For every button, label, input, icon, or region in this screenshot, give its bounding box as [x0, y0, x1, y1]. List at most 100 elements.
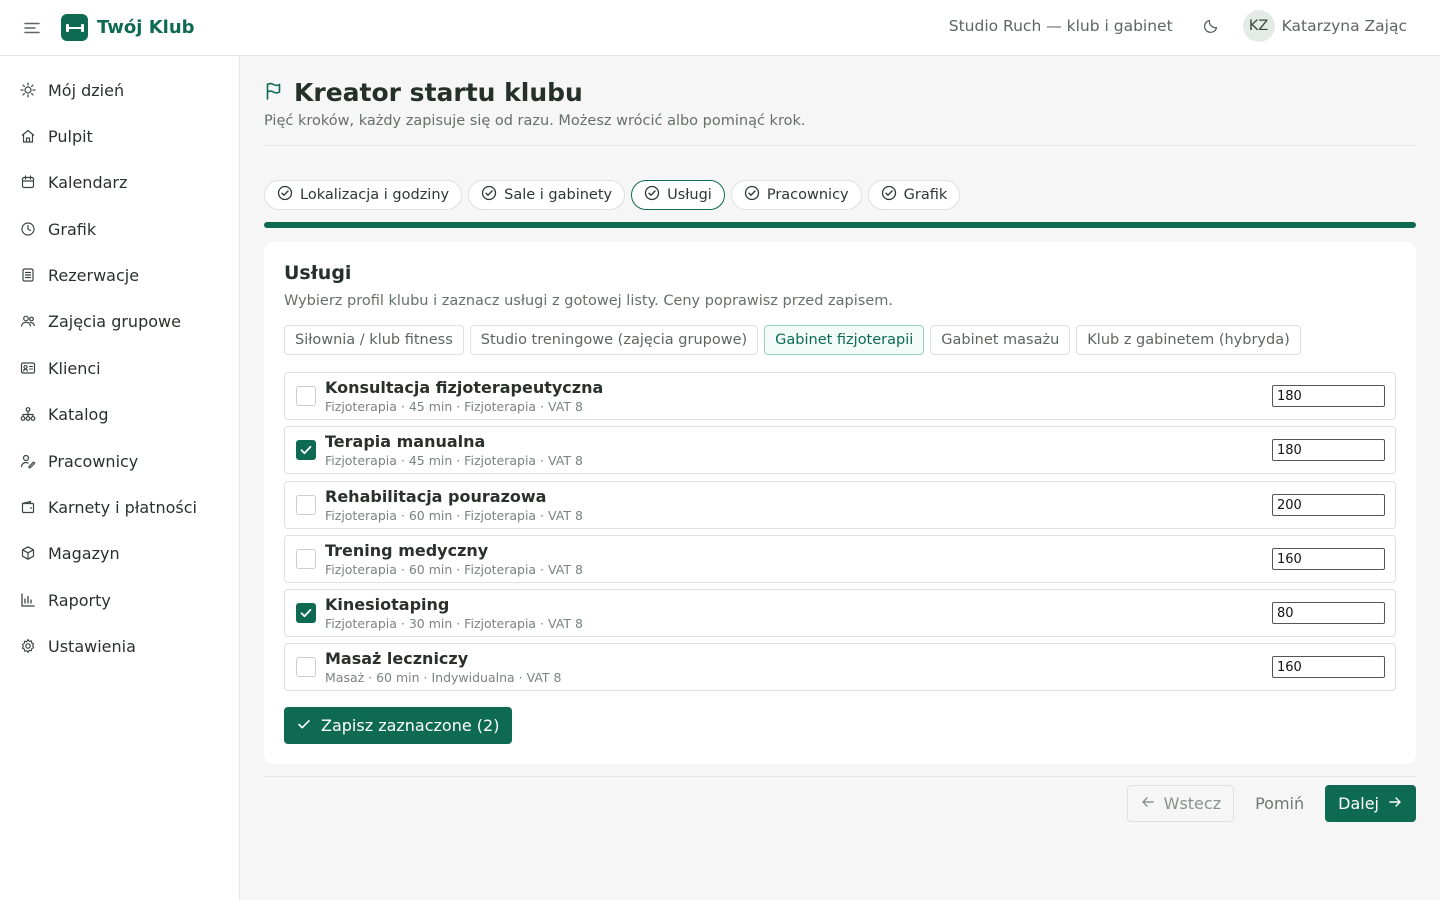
- service-meta: Fizjoterapia · 60 min · Fizjoterapia · V…: [325, 508, 583, 523]
- price-input[interactable]: [1272, 602, 1385, 624]
- service-checkbox[interactable]: [296, 549, 316, 569]
- service-checkbox[interactable]: [296, 657, 316, 677]
- calendar-icon: [20, 174, 36, 190]
- box-icon: [20, 545, 36, 561]
- step-label: Usługi: [667, 187, 712, 203]
- service-meta: Fizjoterapia · 60 min · Fizjoterapia · V…: [325, 562, 583, 577]
- next-button[interactable]: Dalej: [1325, 785, 1416, 822]
- sidebar-item-settings[interactable]: Ustawienia: [0, 626, 239, 666]
- check-icon: [300, 445, 312, 455]
- sidebar-item-label: Rezerwacje: [48, 265, 140, 285]
- club-profile-selector: Siłownia / klub fitness Studio treningow…: [284, 325, 1301, 355]
- sidebar-item-label: Magazyn: [48, 543, 120, 563]
- sidebar-item-passes-payments[interactable]: Karnety i płatności: [0, 487, 239, 527]
- card-title: Usługi: [284, 262, 352, 284]
- profile-hybrid[interactable]: Klub z gabinetem (hybryda): [1076, 325, 1301, 355]
- sidebar-item-label: Zajęcia grupowe: [48, 311, 181, 331]
- menu-icon[interactable]: [22, 19, 42, 37]
- price-input[interactable]: [1272, 548, 1385, 570]
- clock-icon: [20, 221, 36, 237]
- step-label: Lokalizacja i godziny: [300, 187, 450, 203]
- back-button-label: Wstecz: [1163, 794, 1222, 813]
- avatar[interactable]: KZ: [1242, 10, 1275, 42]
- list-item: Rehabilitacja pourazowa Fizjoterapia · 6…: [284, 481, 1396, 529]
- id-card-icon: [20, 360, 36, 376]
- service-checkbox[interactable]: [296, 495, 316, 515]
- sidebar-item-calendar[interactable]: Kalendarz: [0, 162, 239, 202]
- moon-icon[interactable]: [1201, 16, 1221, 36]
- sidebar-item-group-classes[interactable]: Zajęcia grupowe: [0, 301, 239, 341]
- sidebar-item-my-day[interactable]: Mój dzień: [0, 70, 239, 110]
- services-card: Usługi Wybierz profil klubu i zaznacz us…: [264, 242, 1416, 764]
- step-location-hours[interactable]: Lokalizacja i godziny: [264, 180, 463, 210]
- page-title: Kreator startu klubu: [294, 78, 583, 107]
- list-item: Masaż leczniczy Masaż · 60 min · Indywid…: [284, 643, 1396, 691]
- back-button[interactable]: Wstecz: [1126, 785, 1235, 822]
- price-input[interactable]: [1272, 385, 1385, 407]
- profile-training-studio[interactable]: Studio treningowe (zajęcia grupowe): [469, 325, 759, 355]
- service-name: Kinesiotaping: [325, 595, 450, 614]
- profile-physio[interactable]: Gabinet fizjoterapii: [764, 325, 925, 355]
- arrow-right-icon: [1387, 794, 1403, 814]
- service-name: Terapia manualna: [325, 432, 486, 451]
- wizard-steps: Lokalizacja i godziny Sale i gabinety Us…: [264, 180, 961, 210]
- price-input[interactable]: [1272, 494, 1385, 516]
- sidebar-item-reports[interactable]: Raporty: [0, 580, 239, 620]
- price-input[interactable]: [1272, 656, 1385, 678]
- save-selected-button[interactable]: Zapisz zaznaczone (2): [284, 707, 513, 744]
- sidebar-item-warehouse[interactable]: Magazyn: [0, 533, 239, 573]
- price-input[interactable]: [1272, 439, 1385, 461]
- step-rooms[interactable]: Sale i gabinety: [468, 180, 626, 210]
- flag-icon: [264, 81, 284, 105]
- sun-icon: [20, 82, 36, 98]
- arrow-left-icon: [1140, 794, 1156, 814]
- sidebar-item-schedule[interactable]: Grafik: [0, 209, 239, 249]
- sidebar: Mój dzień Pulpit Kalendarz Grafik Rezerw…: [0, 56, 240, 900]
- check-circle-icon: [881, 185, 897, 205]
- check-circle-icon: [744, 185, 760, 205]
- step-label: Sale i gabinety: [504, 187, 613, 203]
- sidebar-item-catalog[interactable]: Katalog: [0, 394, 239, 434]
- service-name: Rehabilitacja pourazowa: [325, 487, 547, 506]
- user-edit-icon: [20, 453, 36, 469]
- user-name[interactable]: Katarzyna Zając: [1282, 17, 1407, 35]
- card-subtitle: Wybierz profil klubu i zaznacz usługi z …: [284, 293, 893, 309]
- service-meta: Fizjoterapia · 30 min · Fizjoterapia · V…: [325, 616, 583, 631]
- list-item: Konsultacja fizjoterapeutyczna Fizjotera…: [284, 372, 1396, 420]
- app-logo[interactable]: Twój Klub: [61, 14, 195, 41]
- service-checkbox[interactable]: [296, 440, 316, 460]
- service-meta: Fizjoterapia · 45 min · Fizjoterapia · V…: [325, 453, 583, 468]
- check-icon: [296, 716, 312, 736]
- service-checkbox[interactable]: [296, 386, 316, 406]
- app-name: Twój Klub: [97, 17, 195, 38]
- step-schedule[interactable]: Grafik: [867, 180, 961, 210]
- profile-massage[interactable]: Gabinet masażu: [930, 325, 1071, 355]
- service-name: Trening medyczny: [325, 541, 489, 560]
- step-staff[interactable]: Pracownicy: [730, 180, 862, 210]
- sidebar-item-clients[interactable]: Klienci: [0, 348, 239, 388]
- wizard-navigation: Wstecz Pomiń Dalej: [1126, 785, 1416, 822]
- sidebar-item-label: Pulpit: [48, 126, 93, 146]
- sidebar-item-dashboard[interactable]: Pulpit: [0, 116, 239, 156]
- list-item: Kinesiotaping Fizjoterapia · 30 min · Fi…: [284, 589, 1396, 637]
- sidebar-item-label: Kalendarz: [48, 172, 128, 192]
- list-item: Terapia manualna Fizjoterapia · 45 min ·…: [284, 426, 1396, 474]
- sidebar-item-label: Mój dzień: [48, 80, 125, 100]
- home-icon: [20, 128, 36, 144]
- club-switcher[interactable]: Studio Ruch — klub i gabinet: [949, 17, 1173, 35]
- page-subtitle: Pięć kroków, każdy zapisuje się od razu.…: [264, 113, 806, 129]
- sidebar-item-label: Katalog: [48, 404, 109, 424]
- profile-gym[interactable]: Siłownia / klub fitness: [284, 325, 464, 355]
- sidebar-item-reservations[interactable]: Rezerwacje: [0, 255, 239, 295]
- bar-chart-icon: [20, 592, 36, 608]
- step-services[interactable]: Usługi: [631, 180, 725, 210]
- dumbbell-icon: [61, 14, 88, 41]
- sidebar-item-staff[interactable]: Pracownicy: [0, 441, 239, 481]
- page-header: Kreator startu klubu Pięć kroków, każdy …: [264, 78, 805, 129]
- sidebar-item-label: Grafik: [48, 219, 97, 239]
- service-name: Masaż leczniczy: [325, 649, 469, 668]
- service-checkbox[interactable]: [296, 603, 316, 623]
- next-button-label: Dalej: [1338, 794, 1379, 813]
- sidebar-item-label: Raporty: [48, 590, 111, 610]
- skip-button[interactable]: Pomiń: [1234, 785, 1325, 822]
